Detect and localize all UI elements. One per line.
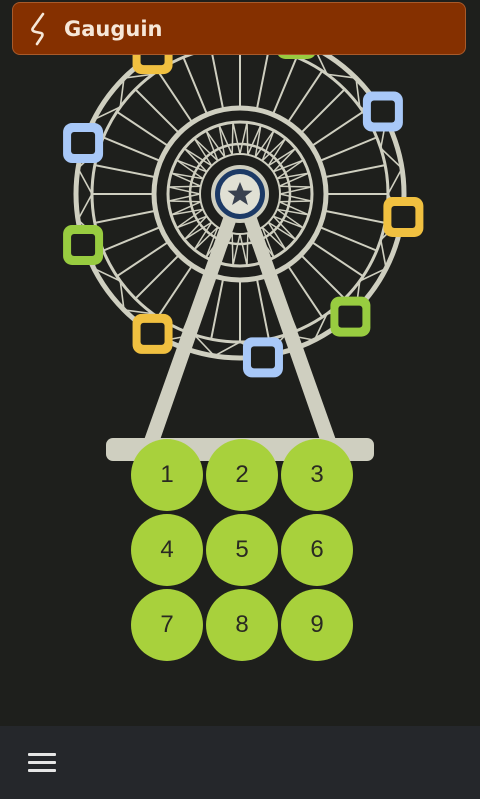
- key-1[interactable]: 1: [131, 439, 203, 511]
- hamburger-menu-icon[interactable]: [22, 746, 62, 780]
- menu-line: [28, 769, 56, 772]
- key-7[interactable]: 7: [131, 589, 203, 661]
- key-3[interactable]: 3: [281, 439, 353, 511]
- key-8[interactable]: 8: [206, 589, 278, 661]
- key-5[interactable]: 5: [206, 514, 278, 586]
- bottom-app-bar: [0, 726, 480, 799]
- menu-line: [28, 753, 56, 756]
- menu-line: [28, 761, 56, 764]
- key-6[interactable]: 6: [281, 514, 353, 586]
- key-4[interactable]: 4: [131, 514, 203, 586]
- key-9[interactable]: 9: [281, 589, 353, 661]
- key-2[interactable]: 2: [206, 439, 278, 511]
- number-keypad: 1 2 3 4 5 6 7 8 9: [0, 0, 480, 700]
